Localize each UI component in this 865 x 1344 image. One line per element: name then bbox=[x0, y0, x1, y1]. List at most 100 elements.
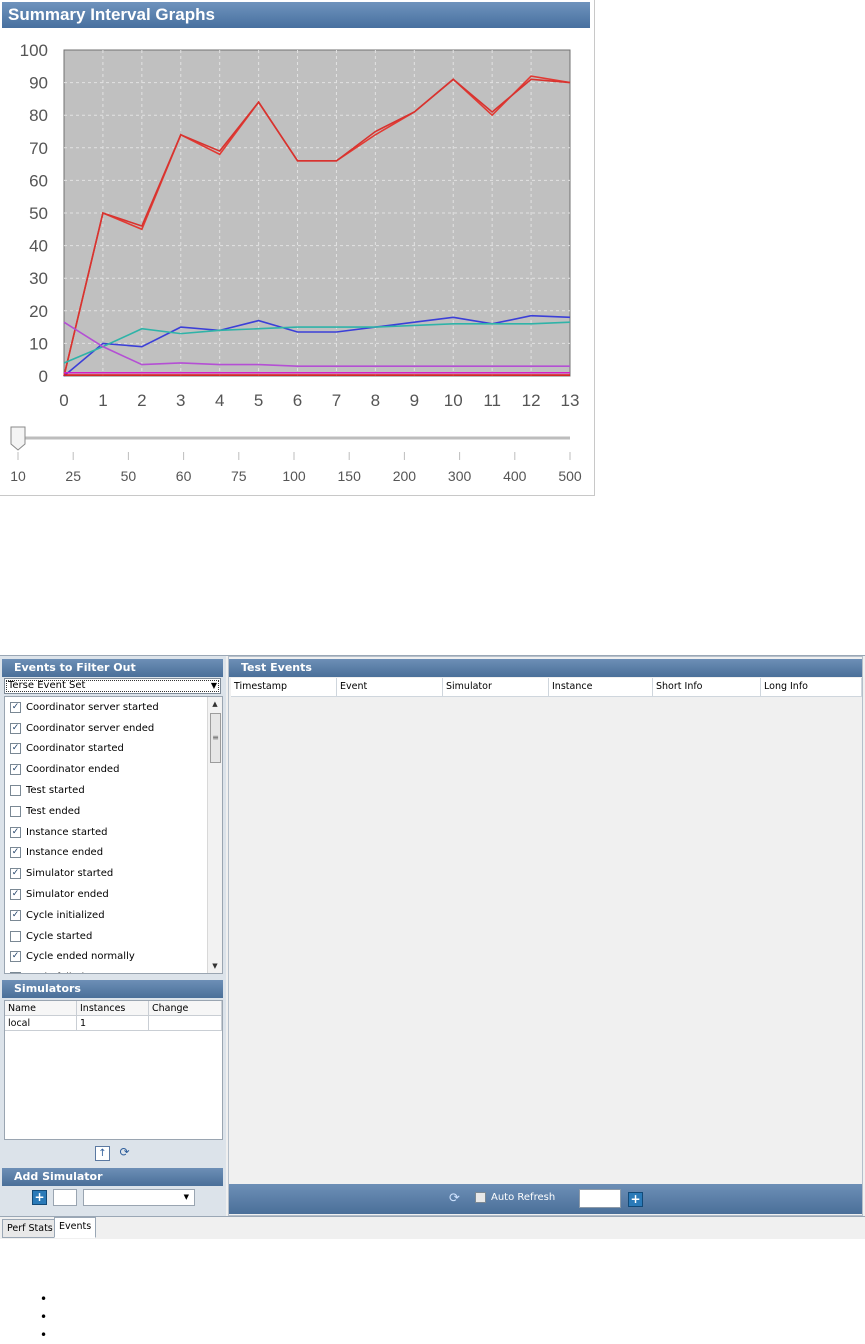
x-tick-label: 3 bbox=[176, 391, 185, 410]
filter-label: Simulator started bbox=[26, 868, 114, 880]
tab-events[interactable]: Events bbox=[54, 1217, 97, 1238]
filter-label: Cycle initialized bbox=[26, 909, 105, 921]
filter-checkbox[interactable] bbox=[10, 785, 21, 797]
simulator-instances-cell[interactable]: 1 bbox=[77, 1016, 149, 1031]
column-header-instances[interactable]: Instances bbox=[77, 1001, 149, 1016]
x-tick-label: 6 bbox=[293, 391, 302, 410]
events-application: Events to Filter Out Terse Event Set ▼ ✓… bbox=[0, 655, 865, 1239]
filter-checkbox[interactable] bbox=[10, 930, 21, 942]
filter-label: Cycle ended normally bbox=[26, 951, 135, 963]
filter-item[interactable]: Test started bbox=[5, 780, 208, 801]
column-header-event[interactable]: Event bbox=[337, 678, 443, 696]
column-header-simulator[interactable]: Simulator bbox=[443, 678, 549, 696]
scroll-up-icon[interactable]: ▲ bbox=[208, 697, 222, 711]
x-tick-label: 5 bbox=[254, 391, 263, 410]
left-sidebar: Events to Filter Out Terse Event Set ▼ ✓… bbox=[0, 656, 226, 1216]
filter-checkbox[interactable]: ✓ bbox=[10, 951, 21, 963]
filter-item[interactable]: ✓ Coordinator server ended bbox=[5, 718, 208, 739]
y-tick-label: 40 bbox=[29, 237, 48, 256]
filter-label: Simulator ended bbox=[26, 889, 109, 901]
simulator-type-dropdown[interactable]: ▼ bbox=[83, 1189, 195, 1206]
column-header-name[interactable]: Name bbox=[5, 1001, 77, 1016]
add-button[interactable]: + bbox=[628, 1192, 643, 1207]
x-tick-label: 4 bbox=[215, 391, 224, 410]
upload-icon[interactable]: ↑ bbox=[95, 1146, 110, 1161]
y-tick-label: 20 bbox=[29, 302, 48, 321]
x-tick-label: 2 bbox=[137, 391, 146, 410]
filter-label: Cycle failed bbox=[26, 972, 84, 973]
filter-item[interactable]: ✓ Coordinator server started bbox=[5, 697, 208, 718]
filter-checkbox[interactable]: ✓ bbox=[10, 868, 21, 880]
filter-items: ✓ Coordinator server started ✓ Coordinator … bbox=[5, 697, 208, 973]
summary-graph-panel: Summary Interval Graphs 0 10 20 30 40 50 60 70 8… bbox=[0, 0, 595, 496]
simulator-name-cell: local bbox=[5, 1016, 77, 1031]
x-tick-label: 1 bbox=[98, 391, 107, 410]
simulators-panel-title: Simulators bbox=[2, 980, 223, 998]
simulators-table-header: Name Instances Change bbox=[5, 1001, 222, 1016]
refresh-icon[interactable]: ⟳ bbox=[118, 1146, 131, 1159]
slider-tick-label: 25 bbox=[65, 468, 81, 484]
filter-scrollbar[interactable]: ▲ ≡ ▼ bbox=[207, 697, 222, 973]
column-header-timestamp[interactable]: Timestamp bbox=[231, 678, 337, 696]
slider-tick-label: 75 bbox=[231, 468, 247, 484]
filter-label: Instance started bbox=[26, 826, 108, 838]
column-header-short-info[interactable]: Short Info bbox=[653, 678, 761, 696]
y-tick-label: 0 bbox=[39, 367, 48, 386]
filter-checkbox[interactable]: ✓ bbox=[10, 722, 21, 734]
scroll-down-icon[interactable]: ▼ bbox=[208, 959, 222, 973]
filter-item[interactable]: ✓ Cycle initialized bbox=[5, 905, 208, 926]
filter-checkbox[interactable]: ✓ bbox=[10, 764, 21, 776]
filter-checkbox[interactable]: ✓ bbox=[10, 701, 21, 713]
slider-tick-label: 300 bbox=[448, 468, 472, 484]
table-row[interactable]: local 1 bbox=[5, 1016, 222, 1031]
column-header-long-info[interactable]: Long Info bbox=[761, 678, 862, 696]
filter-checkbox[interactable] bbox=[10, 805, 21, 817]
filter-item[interactable]: Test ended bbox=[5, 801, 208, 822]
simulators-table: Name Instances Change local 1 bbox=[4, 1000, 223, 1140]
filter-checkbox[interactable]: ✓ bbox=[10, 909, 21, 921]
slider-tick-label: 500 bbox=[558, 468, 582, 484]
filter-label: Cycle started bbox=[26, 930, 93, 942]
filter-item[interactable]: Cycle failed bbox=[5, 967, 208, 973]
auto-refresh-toggle[interactable]: Auto Refresh bbox=[475, 1192, 555, 1203]
filter-checkbox[interactable]: ✓ bbox=[10, 826, 21, 838]
y-tick-label: 100 bbox=[20, 41, 48, 60]
filter-item[interactable]: ✓ Instance ended bbox=[5, 843, 208, 864]
simulator-count-input[interactable] bbox=[53, 1189, 77, 1206]
simulator-toolbar: ↑ ⟳ bbox=[95, 1146, 131, 1161]
filter-item[interactable]: ✓ Cycle ended normally bbox=[5, 947, 208, 968]
filter-checkbox[interactable] bbox=[10, 972, 21, 973]
slider-tick-label: 400 bbox=[503, 468, 527, 484]
event-set-dropdown[interactable]: Terse Event Set ▼ bbox=[4, 678, 221, 694]
filter-label: Coordinator server ended bbox=[26, 722, 155, 734]
event-filter-list: ✓ Coordinator server started ✓ Coordinator … bbox=[4, 696, 223, 974]
refresh-interval-input[interactable] bbox=[579, 1189, 621, 1208]
filter-item[interactable]: ✓ Instance started bbox=[5, 822, 208, 843]
x-tick-label: 0 bbox=[59, 391, 68, 410]
filter-item[interactable]: ✓ Coordinator ended bbox=[5, 759, 208, 780]
refresh-icon[interactable]: ⟳ bbox=[449, 1191, 460, 1206]
filter-item[interactable]: Cycle started bbox=[5, 926, 208, 947]
tab-perf-stats[interactable]: Perf Stats bbox=[2, 1219, 58, 1238]
filter-item[interactable]: ✓ Coordinator started bbox=[5, 739, 208, 760]
x-tick-label: 13 bbox=[561, 391, 580, 410]
filter-item[interactable]: ✓ Simulator ended bbox=[5, 884, 208, 905]
scroll-thumb[interactable]: ≡ bbox=[210, 713, 221, 763]
filter-checkbox[interactable]: ✓ bbox=[10, 889, 21, 901]
chevron-down-icon: ▼ bbox=[183, 1193, 189, 1201]
x-tick-label: 9 bbox=[410, 391, 419, 410]
events-table-header: Timestamp Event Simulator Instance Short… bbox=[231, 678, 862, 697]
slider-handle[interactable] bbox=[10, 426, 26, 451]
auto-refresh-checkbox[interactable] bbox=[475, 1192, 486, 1203]
filter-item[interactable]: ✓ Simulator started bbox=[5, 863, 208, 884]
x-tick-label: 7 bbox=[332, 391, 341, 410]
test-events-panel: Test Events Timestamp Event Simulator In… bbox=[228, 656, 863, 1216]
filter-checkbox[interactable]: ✓ bbox=[10, 743, 21, 755]
add-simulator-button[interactable]: + bbox=[32, 1190, 47, 1205]
filter-checkbox[interactable]: ✓ bbox=[10, 847, 21, 859]
simulator-change-cell[interactable] bbox=[149, 1016, 222, 1031]
slider-tick-label: 100 bbox=[282, 468, 306, 484]
column-header-change[interactable]: Change bbox=[149, 1001, 222, 1016]
graph-panel-title: Summary Interval Graphs bbox=[2, 2, 590, 28]
column-header-instance[interactable]: Instance bbox=[549, 678, 653, 696]
